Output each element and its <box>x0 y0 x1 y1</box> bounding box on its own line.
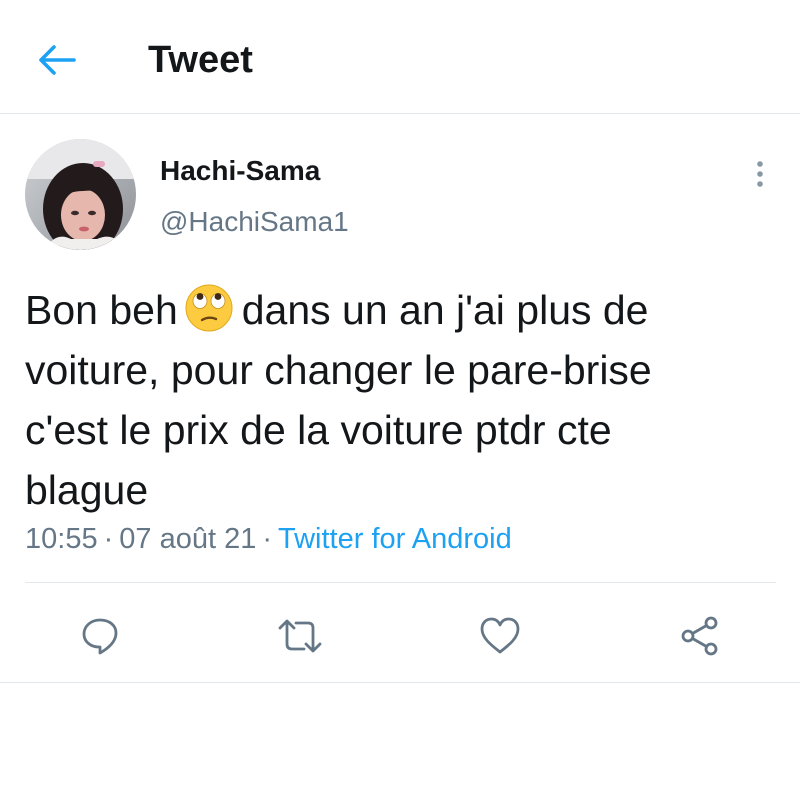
more-options-button[interactable] <box>744 154 776 194</box>
avatar[interactable] <box>25 139 136 250</box>
more-vertical-icon <box>757 161 763 187</box>
reply-icon <box>82 618 118 655</box>
tweet-date: 07 août 21 <box>119 523 257 555</box>
share-icon <box>681 616 718 656</box>
tweet-text-segment: Bon beh <box>25 287 178 333</box>
retweet-icon <box>278 619 322 653</box>
action-bar <box>0 604 800 664</box>
divider <box>25 582 776 583</box>
tweet-metadata: 10:55 · 07 août 21 · Twitter for Android <box>25 520 512 558</box>
back-button[interactable] <box>34 40 80 80</box>
page-title: Tweet <box>148 39 253 81</box>
author-display-name[interactable]: Hachi-Sama <box>160 154 320 188</box>
divider <box>0 682 800 683</box>
separator: · <box>103 523 114 555</box>
top-bar: Tweet <box>0 0 800 114</box>
tweet-time: 10:55 <box>25 523 98 555</box>
tweet-text: Bon beh dans un an j'ai plus de voiture,… <box>25 280 765 520</box>
share-button[interactable] <box>676 612 724 660</box>
author-handle: @HachiSama1 <box>160 206 349 237</box>
face-with-rolling-eyes-icon <box>185 284 233 332</box>
tweet-text-line: c'est le prix de la voiture ptdr cte <box>25 407 612 453</box>
like-button[interactable] <box>476 612 524 660</box>
reply-button[interactable] <box>76 612 124 660</box>
retweet-button[interactable] <box>276 612 324 660</box>
heart-icon <box>480 617 520 654</box>
separator: · <box>262 523 272 555</box>
tweet-text-line: Bon beh dans un an j'ai plus de <box>25 280 765 340</box>
arrow-left-icon <box>39 45 76 75</box>
tweet-source-link[interactable]: Twitter for Android <box>278 523 512 555</box>
tweet-text-line: voiture, pour changer le pare-brise <box>25 347 652 393</box>
tweet-text-line: blague <box>25 467 149 513</box>
profile-photo <box>25 139 136 250</box>
tweet-text-segment: dans un an j'ai plus de <box>241 287 649 333</box>
